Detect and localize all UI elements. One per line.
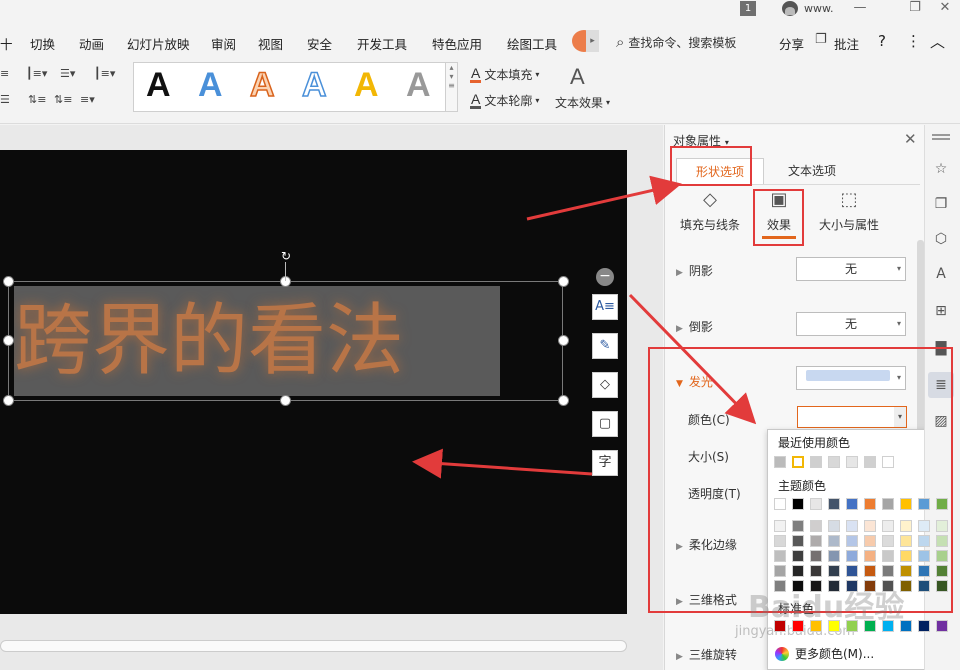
theme-shade-swatch[interactable]: [846, 520, 858, 532]
recent-color-swatch[interactable]: [864, 456, 876, 468]
theme-color-swatch[interactable]: [774, 498, 786, 510]
standard-color-swatch[interactable]: [810, 620, 822, 632]
standard-color-swatch[interactable]: [774, 620, 786, 632]
theme-shade-swatch[interactable]: [864, 520, 876, 532]
theme-shade-swatch[interactable]: [936, 550, 948, 562]
theme-shade-swatch[interactable]: [936, 580, 948, 592]
theme-shade-swatch[interactable]: [882, 580, 894, 592]
theme-shade-swatch[interactable]: [900, 520, 912, 532]
recent-color-swatch[interactable]: [828, 456, 840, 468]
theme-shade-swatch[interactable]: [882, 520, 894, 532]
theme-shade-swatch[interactable]: [810, 550, 822, 562]
recent-color-swatch[interactable]: [810, 456, 822, 468]
theme-color-swatch[interactable]: [846, 498, 858, 510]
standard-color-swatch[interactable]: [918, 620, 930, 632]
standard-color-swatch[interactable]: [900, 620, 912, 632]
theme-color-swatch[interactable]: [828, 498, 840, 510]
theme-shade-swatch[interactable]: [846, 535, 858, 547]
theme-shade-swatch[interactable]: [846, 580, 858, 592]
theme-shade-swatch[interactable]: [882, 565, 894, 577]
theme-shade-swatch[interactable]: [774, 535, 786, 547]
theme-shade-swatch[interactable]: [792, 520, 804, 532]
theme-shade-swatch[interactable]: [828, 535, 840, 547]
theme-color-swatch[interactable]: [864, 498, 876, 510]
theme-shade-swatch[interactable]: [900, 580, 912, 592]
arrow-to-shape-tab: [526, 175, 682, 221]
theme-color-swatch[interactable]: [936, 498, 948, 510]
arrow-to-color-dropdown: [628, 293, 757, 425]
theme-shade-swatch[interactable]: [810, 535, 822, 547]
theme-shade-swatch[interactable]: [846, 550, 858, 562]
theme-shade-swatch[interactable]: [810, 580, 822, 592]
theme-shade-swatch[interactable]: [864, 580, 876, 592]
theme-shade-swatch[interactable]: [774, 565, 786, 577]
theme-shade-swatch[interactable]: [936, 535, 948, 547]
recent-color-swatch[interactable]: [792, 456, 804, 468]
theme-shade-swatch[interactable]: [774, 520, 786, 532]
standard-color-swatch[interactable]: [792, 620, 804, 632]
theme-shade-swatch[interactable]: [900, 565, 912, 577]
theme-shade-swatch[interactable]: [900, 535, 912, 547]
standard-color-swatch[interactable]: [864, 620, 876, 632]
theme-shade-swatch[interactable]: [810, 520, 822, 532]
theme-shade-swatch[interactable]: [792, 580, 804, 592]
theme-color-swatch[interactable]: [918, 498, 930, 510]
theme-shade-swatch[interactable]: [918, 520, 930, 532]
theme-shade-swatch[interactable]: [918, 565, 930, 577]
theme-shade-swatch[interactable]: [918, 550, 930, 562]
theme-shade-swatch[interactable]: [828, 520, 840, 532]
theme-color-swatch[interactable]: [810, 498, 822, 510]
theme-shade-swatch[interactable]: [864, 535, 876, 547]
recent-color-swatch[interactable]: [846, 456, 858, 468]
theme-shade-swatch[interactable]: [864, 565, 876, 577]
theme-shade-swatch[interactable]: [918, 535, 930, 547]
theme-shade-swatch[interactable]: [774, 550, 786, 562]
theme-color-swatch[interactable]: [792, 498, 804, 510]
standard-color-swatch[interactable]: [846, 620, 858, 632]
standard-color-swatch[interactable]: [882, 620, 894, 632]
theme-shade-swatch[interactable]: [846, 565, 858, 577]
theme-shade-swatch[interactable]: [936, 520, 948, 532]
theme-shade-swatch[interactable]: [864, 550, 876, 562]
theme-shade-swatch[interactable]: [936, 565, 948, 577]
theme-shade-swatch[interactable]: [810, 565, 822, 577]
theme-shade-swatch[interactable]: [882, 535, 894, 547]
theme-color-swatch[interactable]: [900, 498, 912, 510]
arrow-to-slide: [412, 448, 593, 479]
recent-color-swatch[interactable]: [774, 456, 786, 468]
theme-shade-swatch[interactable]: [792, 550, 804, 562]
standard-color-swatch[interactable]: [828, 620, 840, 632]
theme-shade-swatch[interactable]: [882, 550, 894, 562]
theme-color-swatch[interactable]: [882, 498, 894, 510]
theme-shade-swatch[interactable]: [774, 580, 786, 592]
theme-shade-swatch[interactable]: [828, 565, 840, 577]
theme-shade-swatch[interactable]: [828, 550, 840, 562]
theme-shade-swatch[interactable]: [900, 550, 912, 562]
theme-shade-swatch[interactable]: [792, 565, 804, 577]
theme-shade-swatch[interactable]: [918, 580, 930, 592]
theme-shade-swatch[interactable]: [792, 535, 804, 547]
recent-color-swatch[interactable]: [882, 456, 894, 468]
watermark-text: Baidu经验: [748, 590, 905, 625]
standard-color-swatch[interactable]: [936, 620, 948, 632]
theme-shade-swatch[interactable]: [828, 580, 840, 592]
